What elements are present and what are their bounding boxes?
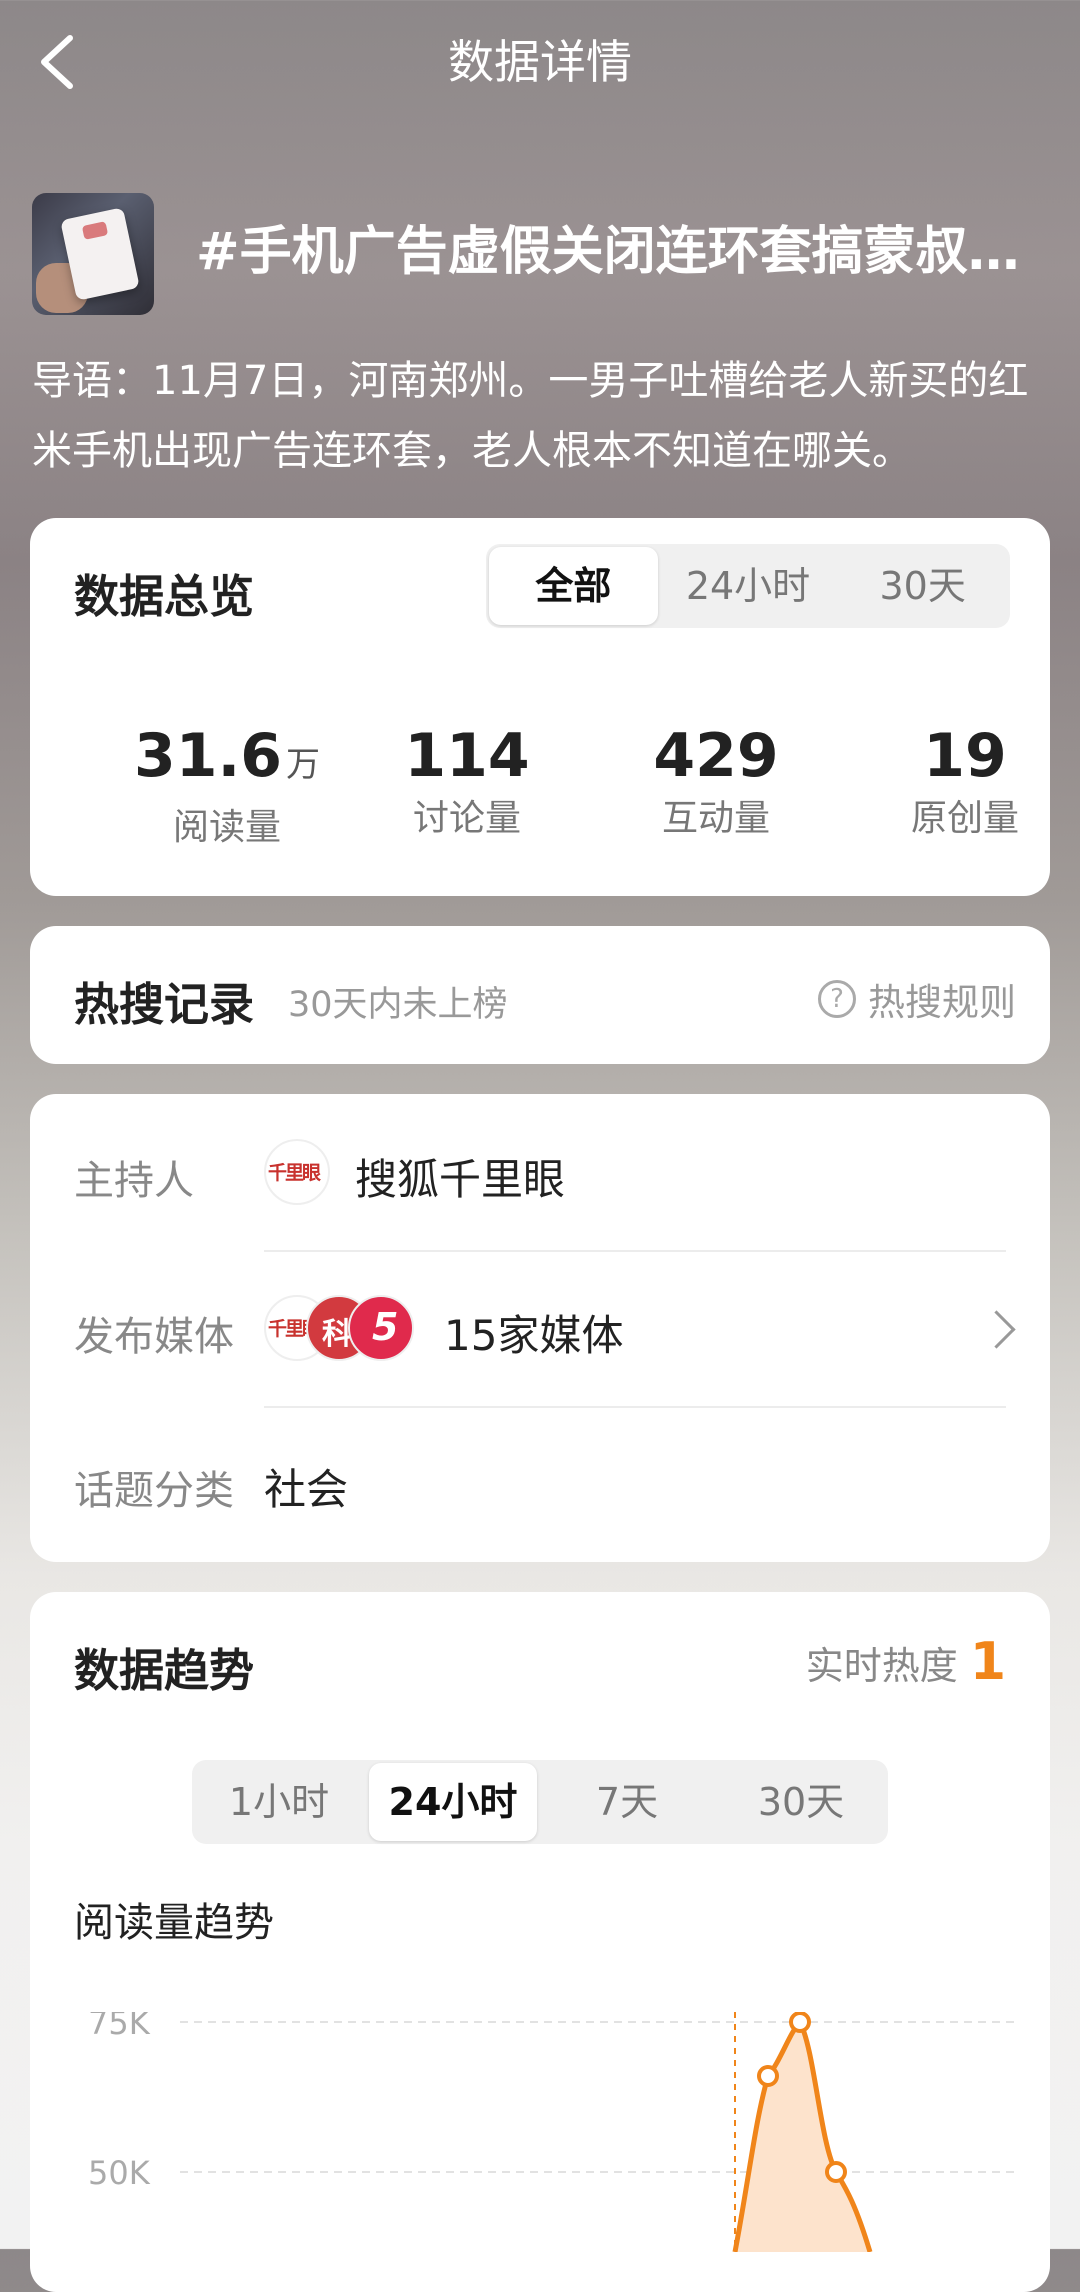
heat-label: 实时热度 (805, 1644, 958, 1688)
tab-30d[interactable]: 30天 (717, 1763, 885, 1841)
y-tick-label: 75K (88, 2012, 151, 2042)
data-trend-card: 数据趋势 实时热度 1 1小时 24小时 7天 30天 阅读量趋势 75K 50K (30, 1592, 1050, 2292)
stat-reads-unit: 万 (286, 745, 321, 785)
hot-search-status: 30天内未上榜 (288, 985, 508, 1025)
host-label: 主持人 (74, 1158, 194, 1204)
stat-originals-label: 原创量 (910, 798, 1019, 839)
page-title: 数据详情 (448, 35, 632, 89)
hot-search-rules-link[interactable]: ? 热搜规则 (818, 972, 1016, 1026)
stat-reads: 31.6 万 阅读量 (102, 718, 352, 853)
hot-search-card: 热搜记录 30天内未上榜 ? 热搜规则 (30, 926, 1050, 1064)
data-point[interactable] (757, 2065, 779, 2087)
stat-reads-value: 31.6 (133, 721, 283, 791)
trend-title: 数据趋势 (74, 1644, 255, 1697)
host-name[interactable]: 搜狐千里眼 (355, 1146, 565, 1207)
stat-discussions: 114 讨论量 (342, 718, 592, 844)
chart-title: 阅读量趋势 (74, 1900, 274, 1946)
media-count[interactable]: 15家媒体 (444, 1302, 623, 1363)
top-bar: 数据详情 (0, 0, 1080, 126)
data-point[interactable] (789, 2012, 811, 2033)
stat-originals-value: 19 (923, 721, 1007, 791)
stat-discussions-label: 讨论量 (412, 798, 521, 839)
hot-search-rules-label: 热搜规则 (868, 981, 1016, 1024)
stat-interactions-value: 429 (653, 721, 779, 791)
stat-originals: 19 原创量 (840, 718, 1080, 844)
category-label: 话题分类 (74, 1468, 234, 1514)
stat-discussions-value: 114 (404, 721, 530, 791)
y-tick-label: 50K (88, 2154, 151, 2192)
topic-title: #手机广告虚假关闭连环套搞蒙叔… (196, 222, 1020, 282)
trend-range-tabs: 1小时 24小时 7天 30天 (192, 1760, 888, 1844)
tab-24h[interactable]: 24小时 (369, 1763, 537, 1841)
tab-24h[interactable]: 24小时 (664, 547, 833, 625)
tab-7d[interactable]: 7天 (543, 1763, 711, 1841)
media-label: 发布媒体 (74, 1314, 234, 1360)
chevron-right-icon[interactable] (977, 1310, 1016, 1349)
data-point[interactable] (825, 2161, 847, 2183)
divider (264, 1250, 1006, 1252)
media-avatar-3 (348, 1295, 414, 1361)
category-value: 社会 (264, 1465, 349, 1514)
overview-range-tabs: 全部 24小时 30天 (486, 544, 1010, 628)
topic-thumbnail (32, 193, 154, 315)
divider (264, 1406, 1006, 1408)
stat-interactions-label: 互动量 (661, 798, 770, 839)
realtime-heat: 实时热度 1 (806, 1632, 1006, 1692)
tab-30d[interactable]: 30天 (838, 547, 1007, 625)
question-circle-icon: ? (818, 980, 856, 1018)
host-avatar (264, 1139, 330, 1205)
reads-trend-chart: 75K 50K (88, 2012, 1020, 2252)
overview-title: 数据总览 (74, 570, 255, 623)
tab-all[interactable]: 全部 (489, 547, 658, 625)
hot-search-title: 热搜记录 (74, 978, 255, 1031)
topic-intro: 导语：11月7日，河南郑州。一男子吐槽给老人新买的红米手机出现广告连环套，老人根… (32, 358, 1029, 474)
topic-info-card: 主持人 搜狐千里眼 发布媒体 15家媒体 话题分类 社会 (30, 1094, 1050, 1562)
data-overview-card: 数据总览 全部 24小时 30天 31.6 万 阅读量 114 讨论量 429 互… (30, 518, 1050, 896)
tab-1h[interactable]: 1小时 (195, 1763, 363, 1841)
stat-interactions: 429 互动量 (591, 718, 841, 844)
heat-value: 1 (969, 1632, 1006, 1692)
stat-reads-label: 阅读量 (172, 807, 281, 848)
